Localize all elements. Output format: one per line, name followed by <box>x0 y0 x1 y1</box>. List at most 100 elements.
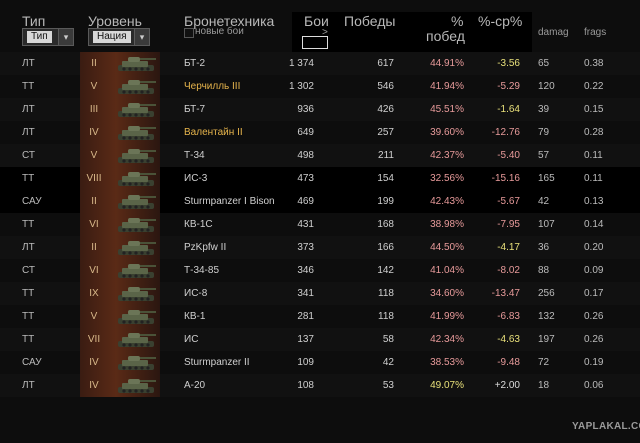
win-diff: -1.64 <box>497 104 520 115</box>
tank-icon <box>118 218 156 232</box>
vehicle-level: IV <box>89 380 99 391</box>
vehicle-type: ТТ <box>22 334 35 345</box>
win-diff: -15.16 <box>491 173 520 184</box>
vehicle-level: IV <box>89 357 99 368</box>
nation-filter-select[interactable]: Нация ▾ <box>88 28 150 46</box>
win-diff: -9.48 <box>497 357 520 368</box>
col-pct-sub: побед <box>426 28 465 44</box>
table-row[interactable]: СТ V Т-34 498 211 42.37% -5.40 57 0.11 <box>0 144 640 167</box>
col-level-header[interactable]: Уровень <box>88 13 142 29</box>
damage-value: 65 <box>538 58 550 69</box>
vehicle-type: ЛТ <box>22 127 35 138</box>
tank-icon <box>118 241 156 255</box>
wins-count: 426 <box>377 104 394 115</box>
damage-value: 79 <box>538 127 550 138</box>
frags-value: 0.20 <box>584 242 604 253</box>
frags-value: 0.13 <box>584 196 604 207</box>
vehicle-type: ЛТ <box>22 104 35 115</box>
table-row[interactable]: ТТ VIII ИС-3 473 154 32.56% -15.16 165 0.11 <box>0 167 640 190</box>
battles-count: 341 <box>297 288 314 299</box>
vehicle-level: II <box>91 196 97 207</box>
wins-count: 166 <box>377 242 394 253</box>
win-percent: 42.34% <box>430 334 464 345</box>
type-filter-select[interactable]: Тип ▾ <box>22 28 74 46</box>
frags-value: 0.09 <box>584 265 604 276</box>
damage-value: 120 <box>538 81 555 92</box>
table-row[interactable]: ЛТ IV Валентайн II 649 257 39.60% -12.76 79 0.28 <box>0 121 640 144</box>
table-row[interactable]: ЛТ II БТ-2 1 374 617 44.91% -3.56 65 0.38 <box>0 52 640 75</box>
win-percent: 38.98% <box>430 219 464 230</box>
damage-value: 165 <box>538 173 555 184</box>
win-percent: 39.60% <box>430 127 464 138</box>
frags-value: 0.26 <box>584 311 604 322</box>
win-diff: -7.95 <box>497 219 520 230</box>
damage-value: 132 <box>538 311 555 322</box>
tank-icon <box>118 195 156 209</box>
battles-count: 373 <box>297 242 314 253</box>
table-row[interactable]: ТТ VII ИС 137 58 42.34% -4.63 197 0.26 <box>0 328 640 351</box>
win-diff: -5.29 <box>497 81 520 92</box>
col-type-header[interactable]: Тип <box>22 13 45 29</box>
damage-value: 57 <box>538 150 550 161</box>
wins-count: 118 <box>378 311 394 322</box>
frags-value: 0.11 <box>584 150 603 161</box>
frags-value: 0.15 <box>584 104 604 115</box>
table-row[interactable]: ЛТ II PzKpfw II 373 166 44.50% -4.17 36 0.20 <box>0 236 640 259</box>
win-diff: -13.47 <box>491 288 520 299</box>
table-row[interactable]: ТТ V КВ-1 281 118 41.99% -6.83 132 0.26 <box>0 305 640 328</box>
col-frags-header[interactable]: frags <box>584 27 606 38</box>
win-percent: 44.91% <box>430 58 464 69</box>
frags-value: 0.17 <box>584 288 604 299</box>
col-diff-header[interactable]: %-ср% <box>478 13 522 29</box>
table-row[interactable]: ТТ VI КВ-1С 431 168 38.98% -7.95 107 0.14 <box>0 213 640 236</box>
vehicle-level: VI <box>89 265 99 276</box>
tank-icon <box>118 126 156 140</box>
watermark: YAPLAKAL.COM <box>572 421 640 432</box>
battles-filter-input[interactable] <box>302 36 328 49</box>
table-row[interactable]: ТТ IX ИС-8 341 118 34.60% -13.47 256 0.17 <box>0 282 640 305</box>
win-percent: 41.04% <box>430 265 464 276</box>
battles-count: 137 <box>297 334 314 345</box>
win-percent: 42.37% <box>430 150 464 161</box>
vehicle-type: САУ <box>22 196 42 207</box>
col-pct-header[interactable]: % <box>451 13 463 29</box>
battles-count: 1 302 <box>288 81 314 92</box>
wins-count: 42 <box>382 357 394 368</box>
table-row[interactable]: САУ IV Sturmpanzer II 109 42 38.53% -9.48 72 0.1… <box>0 351 640 374</box>
vehicle-type: ТТ <box>22 311 35 322</box>
vehicle-level: V <box>90 81 98 92</box>
table-row[interactable]: САУ II Sturmpanzer I Bison 469 199 42.43% -5.6… <box>0 190 640 213</box>
new-battles-checkbox[interactable] <box>184 28 194 38</box>
wins-count: 257 <box>377 127 394 138</box>
damage-value: 88 <box>538 265 550 276</box>
vehicle-type: ТТ <box>22 173 35 184</box>
battles-count: 109 <box>297 357 314 368</box>
battles-count: 649 <box>297 127 314 138</box>
wins-count: 142 <box>377 265 394 276</box>
tank-icon <box>118 287 156 301</box>
win-percent: 45.51% <box>430 104 464 115</box>
table-row[interactable]: ТТ V Черчилль III 1 302 546 41.94% -5.29 120 0.2… <box>0 75 640 98</box>
table-row[interactable]: ЛТ IV A-20 108 53 49.07% +2.00 18 0.06 <box>0 374 640 397</box>
win-diff: -4.17 <box>497 242 520 253</box>
damage-value: 107 <box>538 219 555 230</box>
tank-icon <box>118 310 156 324</box>
battles-count: 473 <box>297 173 314 184</box>
table-row[interactable]: ЛТ III БТ-7 936 426 45.51% -1.64 39 0.15 <box>0 98 640 121</box>
tank-icon <box>118 57 156 71</box>
frags-value: 0.38 <box>584 58 604 69</box>
col-wins-header[interactable]: Победы <box>344 13 395 29</box>
table-header: Тип Уровень Бронетехника Бои > Победы % … <box>0 0 640 52</box>
vehicle-level: II <box>91 58 97 69</box>
tank-icon <box>118 264 156 278</box>
damage-value: 18 <box>538 380 550 391</box>
win-diff: -5.67 <box>497 196 520 207</box>
wins-count: 168 <box>377 219 394 230</box>
table-row[interactable]: СТ VI Т-34-85 346 142 41.04% -8.02 88 0.09 <box>0 259 640 282</box>
vehicle-level: V <box>90 150 98 161</box>
vehicle-level: V <box>90 311 98 322</box>
col-damage-header[interactable]: damag <box>538 27 569 38</box>
win-percent: 42.43% <box>430 196 464 207</box>
battles-count: 346 <box>297 265 314 276</box>
tank-icon <box>118 80 156 94</box>
